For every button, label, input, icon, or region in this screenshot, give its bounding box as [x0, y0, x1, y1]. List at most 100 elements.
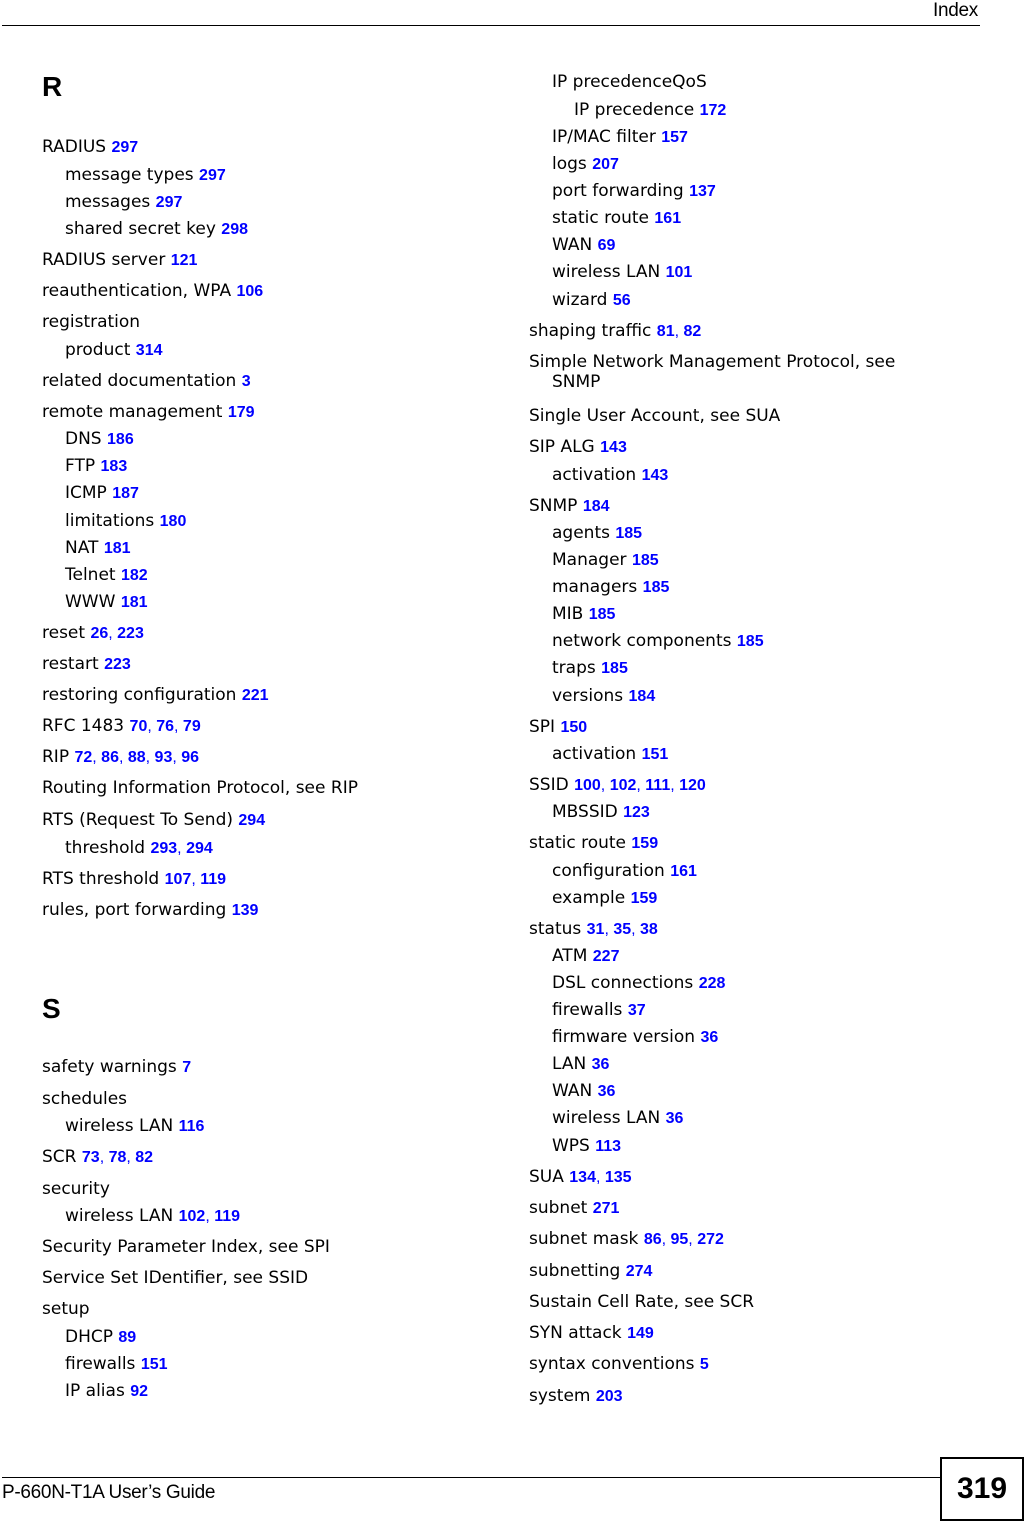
page-link[interactable]: 113: [595, 1138, 621, 1155]
page-link[interactable]: 298: [221, 221, 248, 238]
index-entry: static route 159: [529, 833, 658, 854]
page-link[interactable]: 314: [136, 342, 163, 359]
page-link[interactable]: 100: [574, 777, 601, 794]
page-link[interactable]: 223: [117, 625, 144, 642]
page-link[interactable]: 185: [643, 579, 670, 596]
page-link[interactable]: 293: [150, 840, 177, 857]
page-link[interactable]: 116: [179, 1118, 205, 1135]
index-term: rules, port forwarding: [42, 900, 227, 920]
page-link[interactable]: 139: [232, 902, 259, 919]
page-link[interactable]: 181: [104, 540, 131, 557]
page-link[interactable]: 119: [214, 1208, 240, 1225]
page-link[interactable]: 82: [683, 323, 701, 340]
page-link[interactable]: 172: [700, 102, 727, 119]
page-link[interactable]: 143: [642, 467, 669, 484]
page-link[interactable]: 185: [737, 633, 764, 650]
page-link[interactable]: 82: [135, 1149, 153, 1166]
page-separator: ,: [172, 749, 182, 766]
page-link[interactable]: 96: [181, 749, 199, 766]
page-link[interactable]: 76: [156, 718, 174, 735]
page-link[interactable]: 159: [631, 835, 658, 852]
page-link[interactable]: 149: [627, 1325, 654, 1342]
page-link[interactable]: 73: [82, 1149, 100, 1166]
page-link[interactable]: 159: [631, 890, 658, 907]
page-link[interactable]: 101: [666, 264, 693, 281]
page-link[interactable]: 271: [593, 1200, 620, 1217]
page-link[interactable]: 88: [128, 749, 146, 766]
page-link[interactable]: 36: [666, 1110, 684, 1127]
page-link[interactable]: 184: [583, 498, 610, 515]
page-link[interactable]: 36: [592, 1056, 610, 1073]
page-link[interactable]: 81: [657, 323, 675, 340]
page-link[interactable]: 157: [661, 129, 688, 146]
page-link[interactable]: 227: [593, 948, 620, 965]
page-link[interactable]: 35: [613, 921, 631, 938]
page-link[interactable]: 69: [598, 237, 616, 254]
page-link[interactable]: 135: [605, 1169, 632, 1186]
page-link[interactable]: 134: [569, 1169, 596, 1186]
page-link[interactable]: 180: [160, 513, 187, 530]
page-link[interactable]: 36: [598, 1083, 616, 1100]
page-link[interactable]: 119: [200, 871, 226, 888]
page-link[interactable]: 185: [632, 552, 659, 569]
page-link[interactable]: 221: [242, 687, 269, 704]
page-link[interactable]: 151: [141, 1356, 168, 1373]
page-link[interactable]: 7: [182, 1059, 191, 1076]
page-link[interactable]: 179: [228, 404, 255, 421]
page-link[interactable]: 89: [118, 1329, 136, 1346]
page-link[interactable]: 185: [589, 606, 616, 623]
page-link[interactable]: 95: [671, 1231, 689, 1248]
index-entry: network components 185: [529, 631, 764, 652]
page-link[interactable]: 56: [613, 292, 631, 309]
page-link[interactable]: 184: [629, 688, 656, 705]
page-link[interactable]: 183: [101, 458, 128, 475]
page-link[interactable]: 182: [121, 567, 148, 584]
page-link[interactable]: 223: [104, 656, 131, 673]
page-link[interactable]: 274: [626, 1263, 653, 1280]
page-link[interactable]: 93: [155, 749, 173, 766]
page-link[interactable]: 294: [238, 812, 265, 829]
page-link[interactable]: 137: [689, 183, 716, 200]
page-link[interactable]: 86: [644, 1231, 662, 1248]
page-link[interactable]: 161: [654, 210, 681, 227]
page-link[interactable]: 150: [560, 719, 587, 736]
page-link[interactable]: 121: [171, 252, 198, 269]
page-link[interactable]: 3: [242, 373, 251, 390]
page-link[interactable]: 186: [107, 431, 134, 448]
page-link[interactable]: 26: [90, 625, 108, 642]
page-link[interactable]: 181: [121, 594, 148, 611]
page-link[interactable]: 102: [179, 1208, 206, 1225]
page-link[interactable]: 207: [592, 156, 619, 173]
index-entry: traps 185: [529, 658, 628, 679]
page-link[interactable]: 79: [183, 718, 201, 735]
page-link[interactable]: 31: [587, 921, 605, 938]
page-link[interactable]: 203: [596, 1388, 623, 1405]
page-link[interactable]: 143: [600, 439, 627, 456]
page-link[interactable]: 5: [700, 1356, 709, 1373]
page-link[interactable]: 297: [199, 167, 226, 184]
page-link[interactable]: 86: [101, 749, 119, 766]
page-link[interactable]: 72: [74, 749, 92, 766]
page-link[interactable]: 107: [165, 871, 192, 888]
page-link[interactable]: 185: [615, 525, 642, 542]
page-link[interactable]: 272: [697, 1231, 724, 1248]
page-link[interactable]: 102: [610, 777, 637, 794]
page-link[interactable]: 70: [130, 718, 148, 735]
page-link[interactable]: 111: [645, 777, 670, 794]
page-link[interactable]: 187: [112, 485, 139, 502]
page-link[interactable]: 120: [679, 777, 706, 794]
page-link[interactable]: 123: [623, 804, 650, 821]
page-link[interactable]: 185: [601, 660, 628, 677]
page-link[interactable]: 36: [700, 1029, 718, 1046]
page-link[interactable]: 297: [112, 139, 139, 156]
page-link[interactable]: 38: [640, 921, 658, 938]
page-link[interactable]: 106: [236, 283, 263, 300]
page-link[interactable]: 228: [699, 975, 726, 992]
page-link[interactable]: 161: [670, 863, 697, 880]
page-link[interactable]: 297: [156, 194, 183, 211]
page-link[interactable]: 294: [186, 840, 213, 857]
page-link[interactable]: 151: [642, 746, 669, 763]
page-link[interactable]: 37: [628, 1002, 646, 1019]
page-link[interactable]: 92: [130, 1383, 148, 1400]
page-link[interactable]: 78: [109, 1149, 127, 1166]
